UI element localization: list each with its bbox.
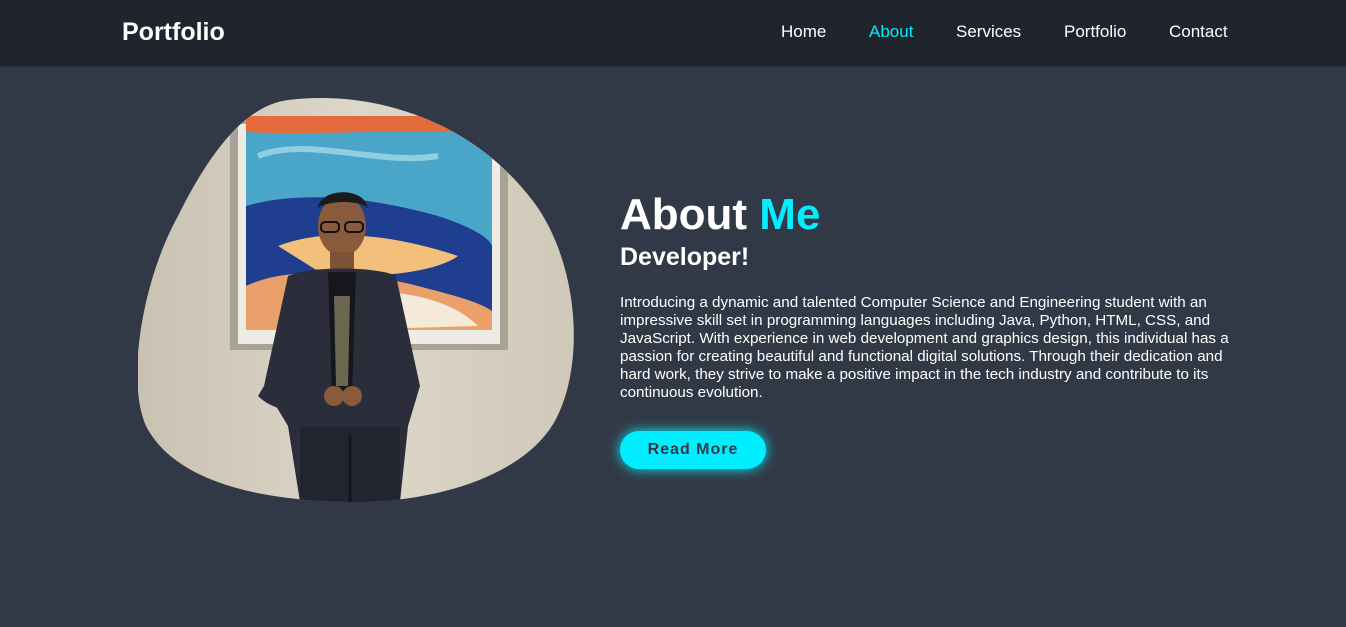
read-more-button[interactable]: Read More: [620, 431, 766, 469]
about-heading-main: About: [620, 190, 748, 239]
nav-contact[interactable]: Contact: [1169, 22, 1228, 42]
about-heading-accent: Me: [759, 190, 821, 239]
nav-links: Home About Services Portfolio Contact: [0, 22, 1346, 44]
nav-services[interactable]: Services: [956, 22, 1021, 42]
about-bio: Introducing a dynamic and talented Compu…: [620, 294, 1229, 401]
about-subheading: Developer!: [620, 243, 750, 271]
about-content: About Me Developer! Introducing a dynami…: [620, 190, 1240, 402]
profile-photo: [138, 96, 580, 502]
navbar: Portfolio Home About Services Portfolio …: [0, 0, 1346, 67]
nav-portfolio[interactable]: Portfolio: [1064, 22, 1126, 42]
profile-photo-illustration: [138, 97, 574, 502]
about-heading: About Me: [620, 190, 1240, 240]
nav-about[interactable]: About: [869, 22, 913, 42]
nav-home[interactable]: Home: [781, 22, 826, 42]
